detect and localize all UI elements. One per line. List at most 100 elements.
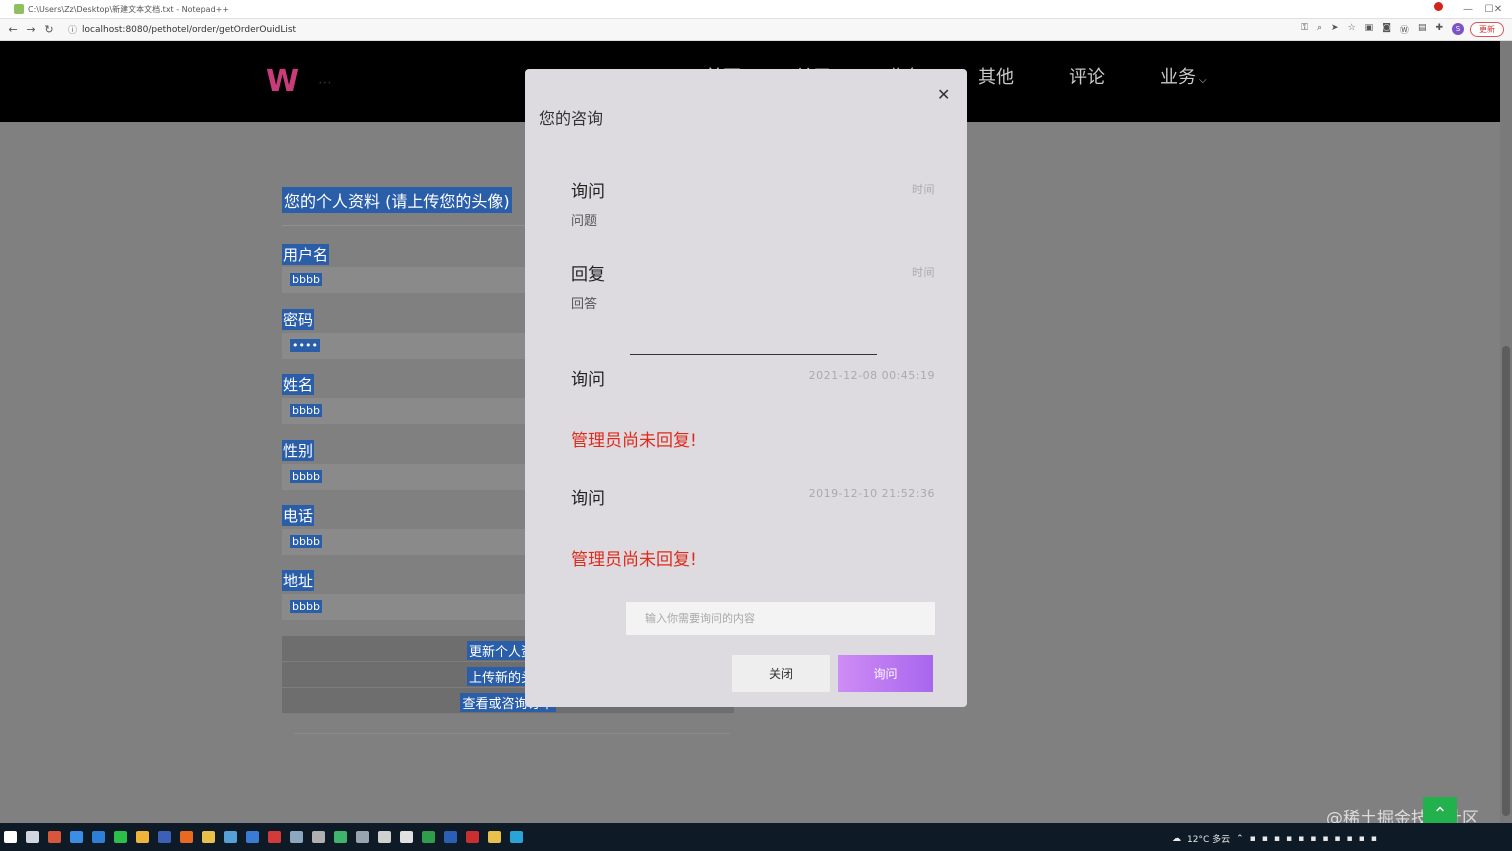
app-icon[interactable] — [158, 831, 171, 843]
vscode-icon[interactable] — [92, 831, 105, 843]
header-reply-label: 回复 — [571, 265, 605, 285]
app-icon[interactable] — [48, 831, 61, 843]
app-icon[interactable] — [400, 831, 413, 843]
tray-icon[interactable]: ▪ — [1250, 834, 1256, 844]
zoom-icon[interactable]: ⌕ — [1317, 23, 1322, 36]
word-icon[interactable] — [444, 831, 457, 843]
field-label-name: 姓名 — [282, 374, 315, 395]
folder-icon[interactable] — [202, 831, 215, 843]
scrollbar-thumb[interactable] — [1502, 346, 1510, 816]
system-tray: ☁ 12°C 多云 ⌃ ▪ ▪ ▪ ▪ ▪ ▪ ▪ ▪ ▪ ▪ ▪ — [1172, 832, 1377, 846]
weather-text[interactable]: 12°C 多云 — [1187, 832, 1230, 845]
field-label-gender: 性别 — [282, 440, 315, 461]
excel-icon[interactable] — [422, 831, 435, 843]
close-button[interactable]: 关闭 — [732, 655, 830, 692]
chevron-down-icon: ⌵ — [1199, 75, 1207, 86]
star-icon[interactable]: ☆ — [1348, 23, 1356, 36]
wechat-icon[interactable] — [114, 831, 127, 843]
site-info-icon[interactable]: ⓘ — [68, 23, 77, 36]
url-text[interactable]: localhost:8080/pethotel/order/getOrderOu… — [82, 25, 296, 35]
site-logo[interactable]: W — [266, 67, 314, 97]
field-label-address: 地址 — [282, 570, 315, 591]
close-icon[interactable]: ✕ — [937, 85, 950, 104]
tray-icon[interactable]: ▪ — [1274, 834, 1280, 844]
cloud-icon: ☁ — [1172, 833, 1181, 844]
windows-taskbar: ☁ 12°C 多云 ⌃ ▪ ▪ ▪ ▪ ▪ ▪ ▪ ▪ ▪ ▪ ▪ — [0, 823, 1512, 851]
taskbar-icons — [4, 831, 523, 843]
app-icon[interactable] — [70, 831, 83, 843]
media-icon[interactable]: ▤ — [1418, 23, 1427, 36]
app-icon[interactable] — [356, 831, 369, 843]
mic-icon[interactable]: ▪ — [1334, 834, 1340, 844]
header-ask-label: 询问 — [571, 182, 605, 202]
forward-arrow-icon[interactable]: → — [22, 23, 40, 36]
field-value-text: bbbb — [290, 470, 322, 483]
app-icon[interactable] — [378, 831, 391, 843]
edge-icon[interactable] — [510, 831, 523, 843]
field-value-text: bbbb — [290, 404, 322, 417]
inquiry-time: 2021-12-08 00:45:19 — [808, 369, 935, 382]
window-titlebar: C:\Users\Zz\Desktop\新建文本文档.txt - Notepad… — [0, 0, 1512, 19]
start-icon[interactable] — [4, 831, 17, 843]
app-icon[interactable] — [246, 831, 259, 843]
field-value-text: •••• — [290, 339, 320, 352]
notepad-app-icon — [14, 4, 24, 14]
tray-icon[interactable]: ▪ — [1310, 834, 1316, 844]
tray-icon[interactable]: ▪ — [1322, 834, 1328, 844]
key-icon[interactable]: ⚿ — [1301, 23, 1308, 36]
back-arrow-icon[interactable]: ← — [4, 23, 22, 36]
page-scrollbar[interactable] — [1500, 41, 1512, 823]
puzzle-icon[interactable]: ✚ — [1435, 23, 1443, 36]
nav-item-comments[interactable]: 评论 — [1069, 63, 1105, 89]
window-title: C:\Users\Zz\Desktop\新建文本文档.txt - Notepad… — [28, 4, 230, 14]
browser-toolbar: ← → ↻ ⓘ localhost:8080/pethotel/order/ge… — [0, 19, 1512, 41]
divider — [630, 354, 877, 355]
app-icon[interactable] — [312, 831, 325, 843]
field-value-text: bbbb — [290, 535, 322, 548]
app-icon[interactable] — [290, 831, 303, 843]
chevron-up-icon[interactable]: ⌃ — [1236, 834, 1244, 844]
nav-item-business-dropdown[interactable]: 业务 ⌵ — [1160, 63, 1207, 89]
folder-icon[interactable] — [488, 831, 501, 843]
modal-title: 您的咨询 — [539, 109, 604, 128]
profile-avatar[interactable]: S — [1452, 23, 1464, 35]
send-icon[interactable]: ➤ — [1331, 23, 1339, 36]
field-value-text: bbbb — [290, 600, 322, 613]
app-icon[interactable] — [466, 831, 479, 843]
chrome-icon[interactable] — [136, 831, 149, 843]
tray-icon[interactable]: ▪ — [1262, 834, 1268, 844]
header-reply-body: 回答 — [571, 297, 598, 312]
inquiry-time: 2019-12-10 21:52:36 — [808, 487, 935, 500]
inquiry-modal: 您的咨询 ✕ 询问 时间 问题 回复 时间 回答 询问 2021-12-08 0… — [525, 69, 967, 707]
update-button[interactable]: 更新 — [1470, 22, 1504, 37]
notification-dot-icon[interactable] — [1434, 2, 1443, 11]
inquiry-label: 询问 — [571, 370, 605, 390]
divider — [294, 733, 730, 734]
ask-button[interactable]: 询问 — [838, 655, 933, 692]
arrow-up-icon: ⌃ — [1432, 804, 1448, 825]
close-icon[interactable]: ✕ — [1488, 0, 1508, 19]
app-icon[interactable] — [224, 831, 237, 843]
header-ask-time: 时间 — [912, 183, 935, 196]
profile-title: 您的个人资料 (请上传您的头像) — [282, 187, 512, 213]
inquiry-input[interactable] — [626, 602, 935, 635]
camera-icon[interactable]: ◙ — [1382, 23, 1391, 36]
minimize-icon[interactable]: — — [1454, 0, 1482, 19]
reload-icon[interactable]: ↻ — [40, 23, 58, 36]
wps-icon[interactable]: Ⓦ — [1400, 23, 1409, 36]
tray-icon[interactable]: ▪ — [1286, 834, 1292, 844]
browser-tool-icons: ⚿ ⌕ ➤ ☆ ▣ ◙ Ⓦ ▤ ✚ S — [1301, 23, 1464, 36]
tray-icon[interactable]: ▪ — [1347, 834, 1353, 844]
extension-icon[interactable]: ▣ — [1365, 23, 1374, 36]
app-icon[interactable] — [180, 831, 193, 843]
inquiry-reply-status: 管理员尚未回复! — [571, 431, 697, 451]
search-icon[interactable] — [26, 831, 39, 843]
field-label-phone: 电话 — [282, 505, 315, 526]
tray-icon[interactable]: ▪ — [1298, 834, 1304, 844]
nav-item-label: 业务 — [1160, 67, 1196, 88]
tray-icon[interactable]: ▪ — [1359, 834, 1365, 844]
app-icon[interactable] — [268, 831, 281, 843]
tray-icon[interactable]: ▪ — [1371, 834, 1377, 844]
app-icon[interactable] — [334, 831, 347, 843]
nav-item-other[interactable]: 其他 — [978, 63, 1014, 89]
